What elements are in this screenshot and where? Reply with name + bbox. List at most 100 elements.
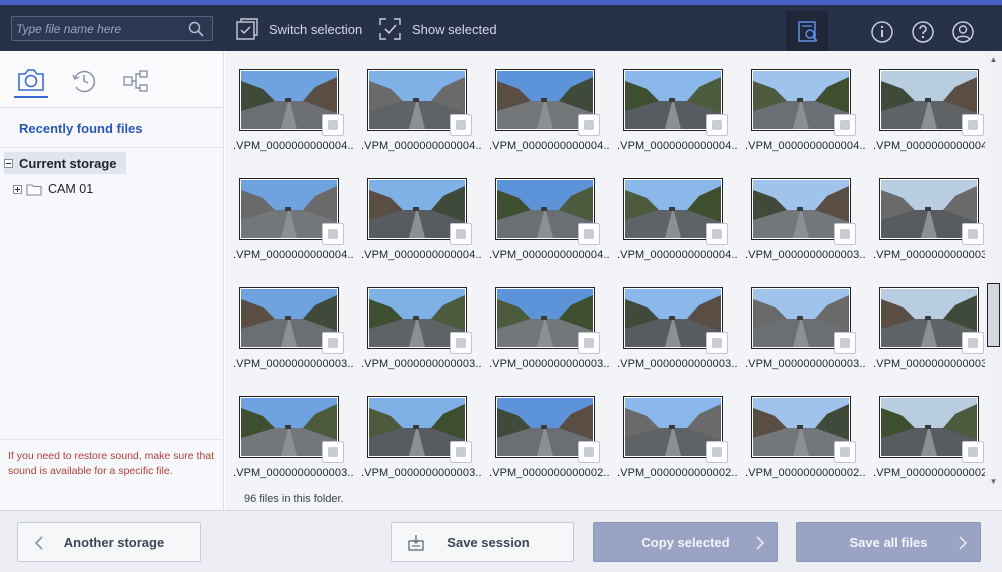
file-name: .VPM_0000000000003...: [873, 358, 985, 370]
preview-search-icon[interactable]: [796, 20, 820, 44]
file-thumbnail-item[interactable]: .VPM_0000000000004...: [745, 65, 865, 152]
search-input[interactable]: [16, 20, 184, 38]
select-checkbox[interactable]: [962, 223, 984, 245]
select-checkbox[interactable]: [962, 441, 984, 463]
file-thumbnail-item[interactable]: .VPM_0000000000002...: [617, 392, 737, 479]
another-storage-button[interactable]: Another storage: [17, 522, 201, 562]
file-thumbnail-item[interactable]: .VPM_0000000000004...: [617, 174, 737, 261]
help-icon[interactable]: [911, 20, 935, 44]
select-checkbox[interactable]: [706, 114, 728, 136]
scrollbar-thumb[interactable]: [987, 283, 1000, 347]
save-session-button[interactable]: Save session: [391, 522, 574, 562]
file-name: .VPM_0000000000004...: [617, 140, 737, 152]
file-name: .VPM_0000000000003...: [745, 249, 865, 261]
file-name: .VPM_0000000000003...: [233, 467, 353, 479]
file-thumbnail-item[interactable]: .VPM_0000000000003...: [489, 283, 609, 370]
tab-camera[interactable]: [14, 64, 48, 98]
file-name: .VPM_0000000000003...: [361, 358, 481, 370]
file-thumbnail-item[interactable]: .VPM_0000000000004...: [489, 65, 609, 152]
file-thumbnail-item[interactable]: .VPM_0000000000003...: [233, 283, 353, 370]
copy-selected-label: Copy selected: [641, 534, 730, 550]
select-checkbox[interactable]: [578, 114, 600, 136]
file-thumbnail-item[interactable]: .VPM_0000000000004...: [873, 65, 985, 152]
select-checkbox[interactable]: [834, 441, 856, 463]
file-thumbnail-item[interactable]: .VPM_0000000000003...: [873, 283, 985, 370]
scroll-down-icon[interactable]: ▼: [989, 477, 998, 486]
chevron-right-icon: [959, 536, 968, 550]
tree-item-current-storage[interactable]: Current storage: [4, 152, 126, 174]
file-grid: .VPM_0000000000004... .VPM_0000000000004.…: [233, 65, 985, 479]
file-thumbnail-item[interactable]: .VPM_0000000000003...: [873, 174, 985, 261]
file-thumbnail-item[interactable]: .VPM_0000000000002...: [873, 392, 985, 479]
select-checkbox[interactable]: [450, 332, 472, 354]
select-checkbox[interactable]: [706, 441, 728, 463]
file-thumbnail-item[interactable]: .VPM_0000000000003...: [745, 174, 865, 261]
divider: [0, 439, 222, 440]
file-thumbnail-item[interactable]: .VPM_0000000000003...: [745, 283, 865, 370]
collapse-icon[interactable]: [4, 158, 13, 168]
file-name: .VPM_0000000000004...: [745, 140, 865, 152]
file-name: .VPM_0000000000002...: [617, 467, 737, 479]
select-checkbox[interactable]: [450, 114, 472, 136]
select-checkbox[interactable]: [578, 332, 600, 354]
file-name: .VPM_0000000000004...: [233, 249, 353, 261]
file-thumbnail-item[interactable]: .VPM_0000000000004...: [361, 65, 481, 152]
another-storage-label: Another storage: [63, 534, 165, 550]
expand-icon[interactable]: [13, 184, 22, 194]
select-checkbox[interactable]: [962, 332, 984, 354]
select-checkbox[interactable]: [706, 223, 728, 245]
tab-history[interactable]: [67, 64, 101, 98]
save-all-files-button[interactable]: Save all files: [796, 522, 981, 562]
divider: [0, 147, 222, 148]
file-thumbnail-item[interactable]: .VPM_0000000000004...: [361, 174, 481, 261]
show-selected-icon: [379, 18, 401, 40]
recently-found-link[interactable]: Recently found files: [19, 121, 143, 136]
vertical-scrollbar[interactable]: ▲ ▼: [985, 51, 1002, 489]
select-checkbox[interactable]: [834, 223, 856, 245]
search-box[interactable]: [11, 16, 213, 41]
sidebar: Recently found files Current storage CAM…: [0, 51, 224, 510]
file-thumbnail-item[interactable]: .VPM_0000000000004...: [489, 174, 609, 261]
select-checkbox[interactable]: [450, 441, 472, 463]
select-checkbox[interactable]: [578, 223, 600, 245]
tree-item-cam-01[interactable]: CAM 01: [13, 181, 93, 197]
select-checkbox[interactable]: [834, 114, 856, 136]
file-thumbnail-item[interactable]: .VPM_0000000000003...: [233, 392, 353, 479]
select-checkbox[interactable]: [450, 223, 472, 245]
show-selected-button[interactable]: Show selected: [378, 16, 497, 42]
file-name: .VPM_0000000000004...: [489, 249, 609, 261]
file-thumbnail-item[interactable]: .VPM_0000000000004...: [233, 65, 353, 152]
scroll-up-icon[interactable]: ▲: [989, 55, 998, 64]
select-checkbox[interactable]: [322, 114, 344, 136]
save-session-label: Save session: [447, 534, 530, 550]
file-name: .VPM_0000000000002...: [873, 467, 985, 479]
show-selected-label: Show selected: [412, 21, 497, 37]
file-thumbnail-item[interactable]: .VPM_0000000000003...: [361, 392, 481, 479]
file-name: .VPM_0000000000003...: [745, 358, 865, 370]
file-thumbnail-item[interactable]: .VPM_0000000000003...: [361, 283, 481, 370]
select-checkbox[interactable]: [578, 441, 600, 463]
select-checkbox[interactable]: [706, 332, 728, 354]
toolbar: Switch selection Show selected: [0, 5, 1002, 55]
switch-selection-button[interactable]: Switch selection: [235, 16, 362, 42]
search-icon[interactable]: [188, 21, 204, 37]
select-checkbox[interactable]: [962, 114, 984, 136]
select-checkbox[interactable]: [834, 332, 856, 354]
camera-icon: [18, 69, 44, 91]
account-icon[interactable]: [951, 20, 975, 44]
copy-selected-button[interactable]: Copy selected: [593, 522, 778, 562]
select-checkbox[interactable]: [322, 332, 344, 354]
info-icon[interactable]: [870, 20, 894, 44]
tab-structure[interactable]: [119, 64, 153, 98]
select-checkbox[interactable]: [322, 223, 344, 245]
file-name: .VPM_0000000000002...: [489, 467, 609, 479]
file-name: .VPM_0000000000004...: [617, 249, 737, 261]
file-thumbnail-item[interactable]: .VPM_0000000000004...: [617, 65, 737, 152]
file-thumbnail-item[interactable]: .VPM_0000000000002...: [489, 392, 609, 479]
file-thumbnail-item[interactable]: .VPM_0000000000003...: [617, 283, 737, 370]
status-bar: 96 files in this folder.: [225, 489, 1002, 510]
select-checkbox[interactable]: [322, 441, 344, 463]
file-thumbnail-item[interactable]: .VPM_0000000000004...: [233, 174, 353, 261]
chevron-left-icon: [34, 536, 43, 550]
file-thumbnail-item[interactable]: .VPM_0000000000002...: [745, 392, 865, 479]
